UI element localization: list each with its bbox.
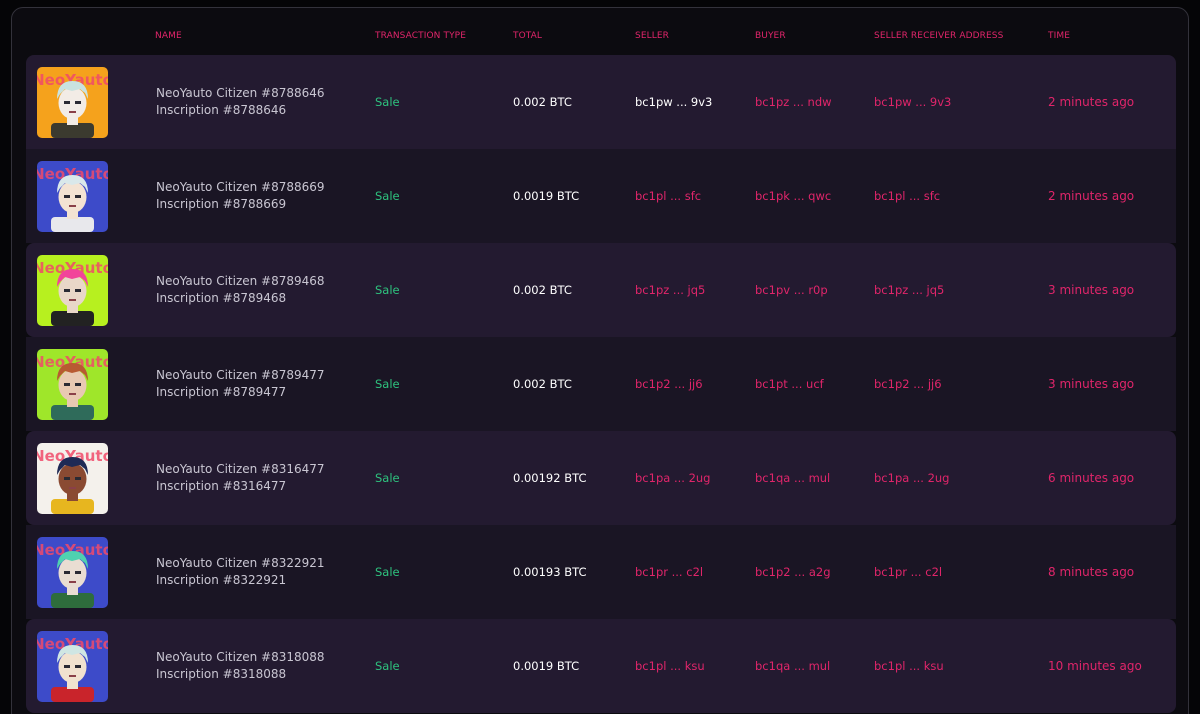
buyer-address-link[interactable]: bc1pv ... r0p [755, 243, 828, 337]
inscription-number: Inscription #8316477 [156, 479, 287, 493]
total-price: 0.0019 BTC [513, 189, 580, 203]
buyer-address-link[interactable]: bc1pt ... ucf [755, 337, 824, 431]
seller-address-link[interactable]: bc1pw ... 9v3 [635, 55, 712, 149]
seller-address-link[interactable]: bc1p2 ... jj6 [635, 337, 703, 431]
column-header-seller-receiver-address[interactable]: SELLER RECEIVER ADDRESS [874, 31, 1003, 41]
total-price: 0.0019 BTC [513, 659, 580, 673]
inscription-number: Inscription #8788646 [156, 103, 287, 117]
nft-thumbnail[interactable]: NeoYauto [37, 161, 108, 232]
transactions-panel: NAME TRANSACTION TYPE TOTAL SELLER BUYER… [11, 7, 1189, 714]
inscription-number: Inscription #8318088 [156, 667, 287, 681]
nft-name[interactable]: NeoYauto Citizen #8316477 [156, 461, 325, 478]
table-row[interactable]: NeoYauto NeoYauto Citizen #8789477 Inscrip… [26, 337, 1176, 431]
total-price: 0.00193 BTC [513, 565, 587, 579]
nft-name[interactable]: NeoYauto Citizen #8318088 [156, 649, 325, 666]
name-cell[interactable]: NeoYauto Citizen #8789477 Inscription #87… [156, 337, 325, 431]
nft-name[interactable]: NeoYauto Citizen #8789477 [156, 367, 325, 384]
nft-name[interactable]: NeoYauto Citizen #8789468 [156, 273, 325, 290]
nft-avatar-image: NeoYauto [37, 443, 108, 514]
inscription-number: Inscription #8322921 [156, 573, 287, 587]
buyer-address-link[interactable]: bc1qa ... mul [755, 619, 830, 713]
seller-address-link[interactable]: bc1pa ... 2ug [635, 431, 710, 525]
transaction-time[interactable]: 10 minutes ago [1048, 619, 1142, 713]
table-row[interactable]: NeoYauto NeoYauto Citizen #8788669 Inscrip… [26, 149, 1176, 243]
total-price: 0.002 BTC [513, 283, 572, 297]
transaction-type: Sale [375, 189, 400, 203]
name-cell[interactable]: NeoYauto Citizen #8788646 Inscription #87… [156, 55, 325, 149]
nft-thumbnail[interactable]: NeoYauto [37, 443, 108, 514]
nft-avatar-image: NeoYauto [37, 67, 108, 138]
transaction-type: Sale [375, 565, 400, 579]
nft-name[interactable]: NeoYauto Citizen #8788646 [156, 85, 325, 102]
transaction-type: Sale [375, 95, 400, 109]
name-cell[interactable]: NeoYauto Citizen #8318088 Inscription #83… [156, 619, 325, 713]
transaction-time[interactable]: 2 minutes ago [1048, 55, 1134, 149]
nft-avatar-image: NeoYauto [37, 161, 108, 232]
nft-thumbnail[interactable]: NeoYauto [37, 67, 108, 138]
name-cell[interactable]: NeoYauto Citizen #8789468 Inscription #87… [156, 243, 325, 337]
nft-avatar-image: NeoYauto [37, 631, 108, 702]
transaction-time[interactable]: 8 minutes ago [1048, 525, 1134, 619]
table-row[interactable]: NeoYauto NeoYauto Citizen #8322921 Inscrip… [26, 525, 1176, 619]
seller-receiver-address-link[interactable]: bc1pw ... 9v3 [874, 55, 951, 149]
seller-receiver-address-link[interactable]: bc1pl ... sfc [874, 149, 940, 243]
inscription-number: Inscription #8789477 [156, 385, 287, 399]
nft-avatar-image: NeoYauto [37, 349, 108, 420]
seller-receiver-address-link[interactable]: bc1p2 ... jj6 [874, 337, 942, 431]
name-cell[interactable]: NeoYauto Citizen #8322921 Inscription #83… [156, 525, 325, 619]
seller-receiver-address-link[interactable]: bc1pr ... c2l [874, 525, 942, 619]
total-price: 0.002 BTC [513, 95, 572, 109]
table-header: NAME TRANSACTION TYPE TOTAL SELLER BUYER… [12, 8, 1188, 54]
nft-avatar-image: NeoYauto [37, 255, 108, 326]
nft-thumbnail[interactable]: NeoYauto [37, 631, 108, 702]
nft-name[interactable]: NeoYauto Citizen #8322921 [156, 555, 325, 572]
table-body: NeoYauto NeoYauto Citizen #8788646 Inscrip… [26, 55, 1176, 713]
column-header-time[interactable]: TIME [1048, 31, 1070, 41]
transaction-type: Sale [375, 283, 400, 297]
transaction-type: Sale [375, 377, 400, 391]
name-cell[interactable]: NeoYauto Citizen #8788669 Inscription #87… [156, 149, 325, 243]
transaction-time[interactable]: 3 minutes ago [1048, 243, 1134, 337]
total-price: 0.00192 BTC [513, 471, 587, 485]
table-row[interactable]: NeoYauto NeoYauto Citizen #8788646 Inscrip… [26, 55, 1176, 149]
nft-name[interactable]: NeoYauto Citizen #8788669 [156, 179, 325, 196]
transaction-type: Sale [375, 659, 400, 673]
table-row[interactable]: NeoYauto NeoYauto Citizen #8318088 Inscrip… [26, 619, 1176, 713]
column-header-seller[interactable]: SELLER [635, 31, 669, 41]
nft-thumbnail[interactable]: NeoYauto [37, 349, 108, 420]
seller-receiver-address-link[interactable]: bc1pz ... jq5 [874, 243, 944, 337]
nft-avatar-image: NeoYauto [37, 537, 108, 608]
transaction-time[interactable]: 2 minutes ago [1048, 149, 1134, 243]
inscription-number: Inscription #8789468 [156, 291, 287, 305]
total-price: 0.002 BTC [513, 377, 572, 391]
nft-thumbnail[interactable]: NeoYauto [37, 537, 108, 608]
table-row[interactable]: NeoYauto NeoYauto Citizen #8316477 Inscrip… [26, 431, 1176, 525]
buyer-address-link[interactable]: bc1pk ... qwc [755, 149, 831, 243]
seller-address-link[interactable]: bc1pr ... c2l [635, 525, 703, 619]
buyer-address-link[interactable]: bc1p2 ... a2g [755, 525, 831, 619]
buyer-address-link[interactable]: bc1qa ... mul [755, 431, 830, 525]
transaction-time[interactable]: 3 minutes ago [1048, 337, 1134, 431]
transaction-type: Sale [375, 471, 400, 485]
seller-address-link[interactable]: bc1pl ... sfc [635, 149, 701, 243]
seller-receiver-address-link[interactable]: bc1pl ... ksu [874, 619, 944, 713]
buyer-address-link[interactable]: bc1pz ... ndw [755, 55, 832, 149]
inscription-number: Inscription #8788669 [156, 197, 287, 211]
column-header-name[interactable]: NAME [155, 31, 182, 41]
seller-address-link[interactable]: bc1pz ... jq5 [635, 243, 705, 337]
column-header-transaction-type[interactable]: TRANSACTION TYPE [375, 31, 466, 41]
seller-address-link[interactable]: bc1pl ... ksu [635, 619, 705, 713]
nft-thumbnail[interactable]: NeoYauto [37, 255, 108, 326]
name-cell[interactable]: NeoYauto Citizen #8316477 Inscription #83… [156, 431, 325, 525]
column-header-buyer[interactable]: BUYER [755, 31, 786, 41]
transaction-time[interactable]: 6 minutes ago [1048, 431, 1134, 525]
table-row[interactable]: NeoYauto NeoYauto Citizen #8789468 Inscrip… [26, 243, 1176, 337]
column-header-total[interactable]: TOTAL [513, 31, 542, 41]
seller-receiver-address-link[interactable]: bc1pa ... 2ug [874, 431, 949, 525]
